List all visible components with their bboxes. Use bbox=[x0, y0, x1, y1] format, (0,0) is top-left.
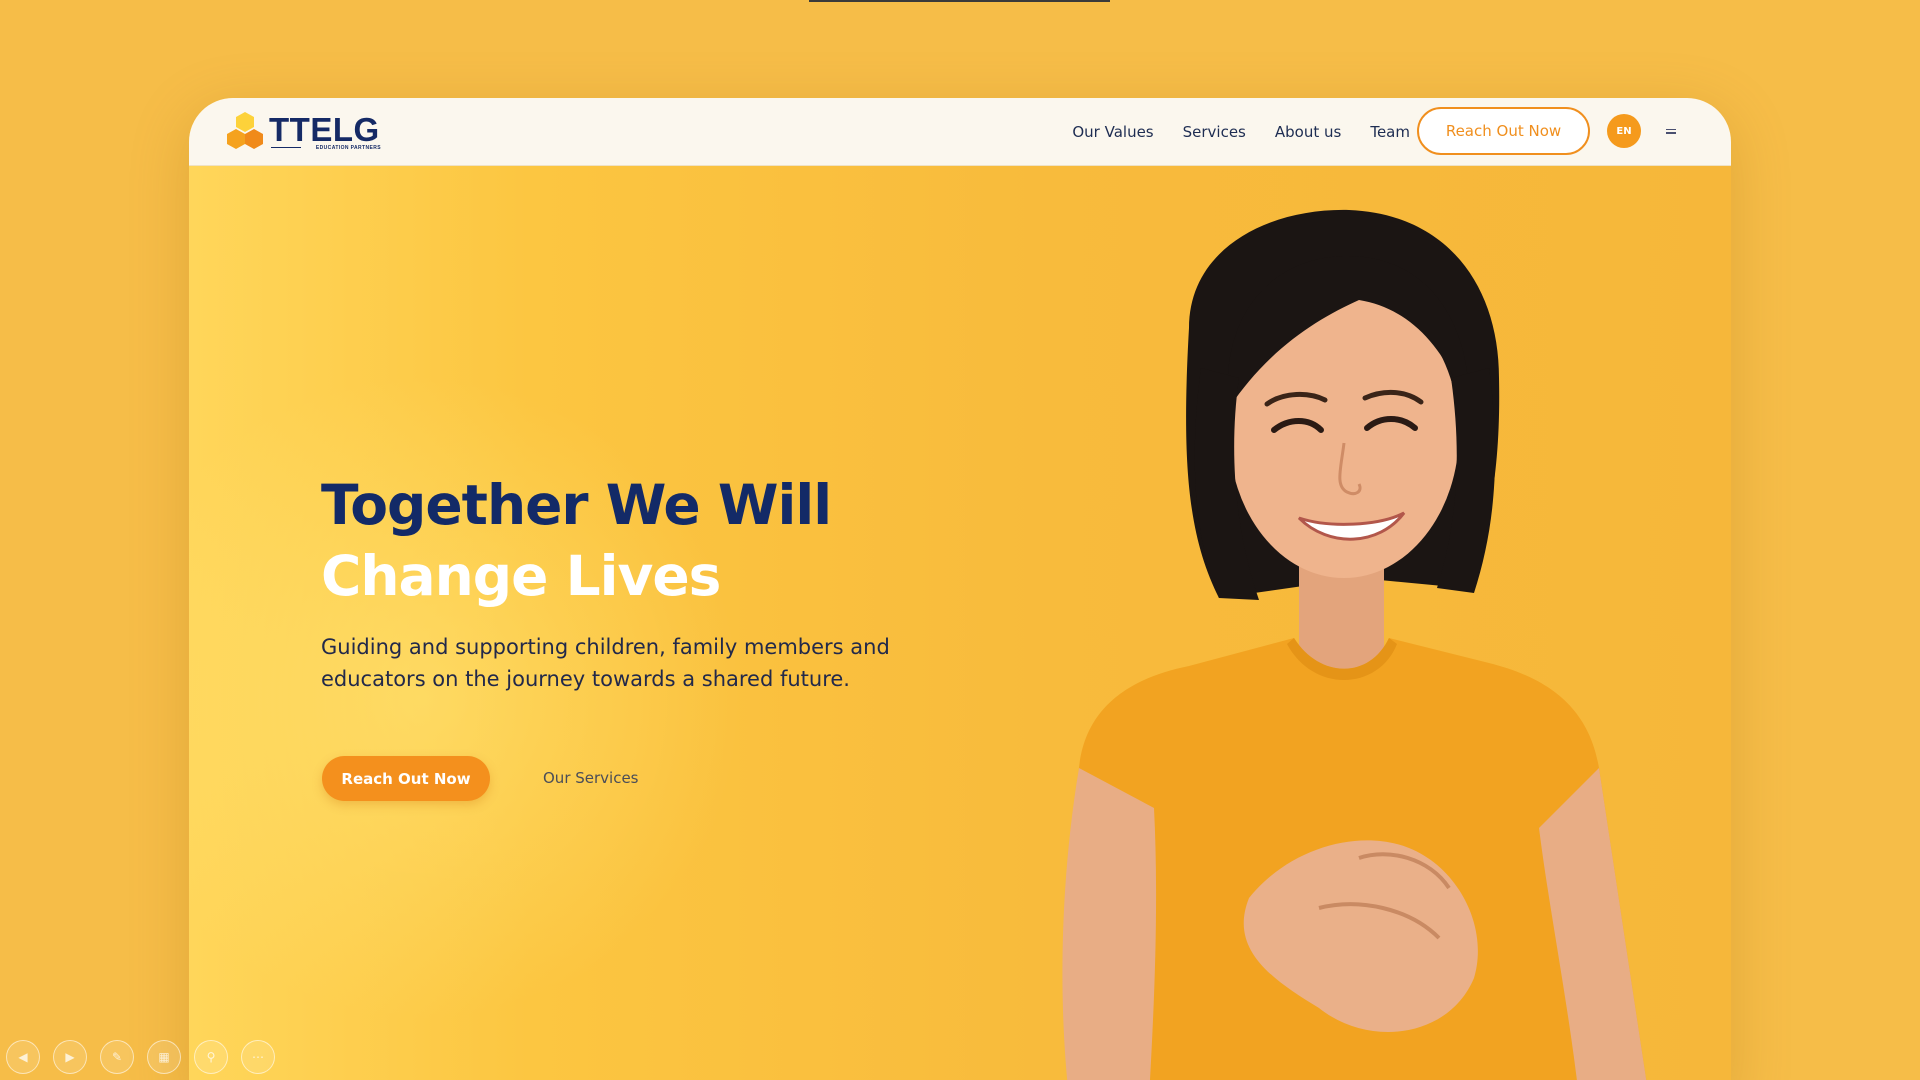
previous-icon[interactable]: ◀ bbox=[6, 1040, 40, 1074]
pen-icon[interactable]: ✎ bbox=[100, 1040, 134, 1074]
nav-link-about-us[interactable]: About us bbox=[1275, 123, 1341, 141]
website-frame: TTELG EDUCATION PARTNERS Our Values Serv… bbox=[189, 98, 1731, 1080]
nav-reach-out-button[interactable]: Reach Out Now bbox=[1417, 107, 1590, 155]
honeycomb-logo-icon bbox=[227, 112, 263, 149]
site-logo[interactable]: TTELG EDUCATION PARTNERS bbox=[223, 110, 383, 156]
hero-subtitle: Guiding and supporting children, family … bbox=[321, 635, 890, 691]
logo-tagline: EDUCATION PARTNERS bbox=[315, 145, 381, 151]
hero-person-image bbox=[1062, 209, 1647, 1080]
hero-title-line-2: Change Lives bbox=[321, 544, 721, 608]
background-glow bbox=[189, 348, 769, 1048]
our-services-link[interactable]: Our Services bbox=[543, 769, 639, 787]
language-switcher[interactable]: EN bbox=[1607, 114, 1641, 148]
top-navbar: TTELG EDUCATION PARTNERS Our Values Serv… bbox=[189, 98, 1731, 166]
logo-wordmark: TTELG bbox=[269, 111, 380, 148]
main-nav: Our Values Services About us Team bbox=[1072, 98, 1410, 166]
top-accent-line bbox=[809, 0, 1110, 2]
hero-title-line-1: Together We Will bbox=[321, 473, 832, 537]
nav-link-team[interactable]: Team bbox=[1370, 123, 1410, 141]
hamburger-icon[interactable] bbox=[1663, 123, 1679, 139]
more-icon[interactable]: ⋯ bbox=[241, 1040, 275, 1074]
zoom-icon[interactable]: ⚲ bbox=[194, 1040, 228, 1074]
slides-icon[interactable]: ▦ bbox=[147, 1040, 181, 1074]
hero-reach-out-button[interactable]: Reach Out Now bbox=[322, 756, 490, 801]
next-icon[interactable]: ▶ bbox=[53, 1040, 87, 1074]
nav-link-our-values[interactable]: Our Values bbox=[1072, 123, 1153, 141]
slideshow-toolbar: ◀ ▶ ✎ ▦ ⚲ ⋯ bbox=[6, 1040, 275, 1074]
hero-title: Together We Will Change Lives bbox=[321, 470, 971, 612]
nav-link-services[interactable]: Services bbox=[1183, 123, 1246, 141]
